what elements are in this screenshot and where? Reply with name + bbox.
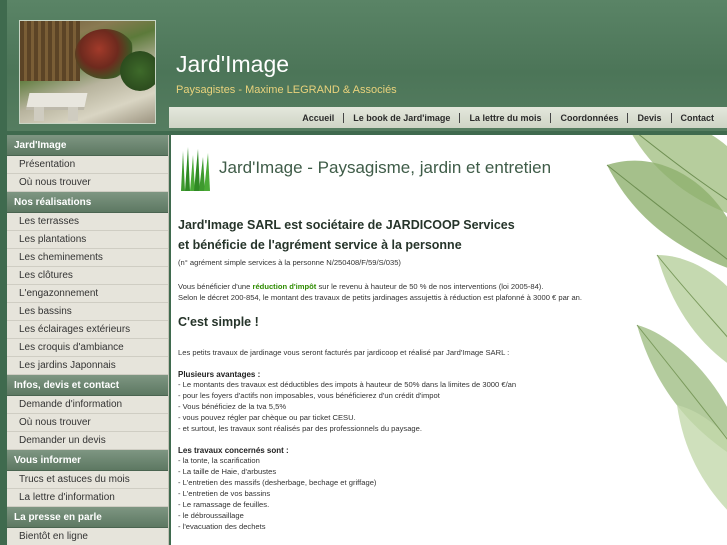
sidebar-item-bientot-en-ligne[interactable]: Bientôt en ligne	[7, 528, 168, 545]
sidebar-item-ou-nous-trouver-2[interactable]: Où nous trouver	[7, 414, 168, 432]
nav-contact[interactable]: Contact	[670, 112, 724, 123]
intro-line-1: Jard'Image SARL est sociétaire de JARDIC…	[178, 218, 515, 232]
advantage-item: - pour les foyers d'actifs non imposable…	[178, 391, 440, 400]
sidebar-item-demander-devis[interactable]: Demander un devis	[7, 432, 168, 450]
sidebar-item-lettre-information[interactable]: La lettre d'information	[7, 489, 168, 507]
advantage-item: - vous pouvez régler par chèque ou par t…	[178, 413, 356, 422]
site-title: Jard'Image	[176, 51, 290, 77]
sidebar-item-eclairages[interactable]: Les éclairages extérieurs	[7, 321, 168, 339]
benefit-paragraph: Vous bénéficier d'une réduction d'impôt …	[178, 281, 618, 292]
sidebar-item-presentation[interactable]: Présentation	[7, 156, 168, 174]
advantage-item: - Le montants des travaux est déductible…	[178, 380, 517, 389]
benefit-post: sur le revenu à hauteur de 50 % de nos i…	[316, 282, 544, 291]
advantage-item: - Vous bénéficiez de la tva 5,5%	[178, 402, 287, 411]
nav-lettre[interactable]: La lettre du mois	[459, 112, 550, 123]
sidebar-heading-infos[interactable]: Infos, devis et contact	[7, 375, 168, 396]
sidebar: Jard'Image Présentation Où nous trouver …	[7, 135, 169, 545]
sidebar-item-cheminements[interactable]: Les cheminements	[7, 249, 168, 267]
sidebar-item-plantations[interactable]: Les plantations	[7, 231, 168, 249]
sidebar-heading-vous-informer[interactable]: Vous informer	[7, 450, 168, 471]
sidebar-item-ou-nous-trouver[interactable]: Où nous trouver	[7, 174, 168, 192]
main-content: Jard'Image - Paysagisme, jardin et entre…	[171, 135, 727, 545]
nav-devis[interactable]: Devis	[627, 112, 670, 123]
sidebar-item-engazonnement[interactable]: L'engazonnement	[7, 285, 168, 303]
top-navigation: Accueil Le book de Jard'image La lettre …	[169, 107, 727, 128]
page-title: Jard'Image - Paysagisme, jardin et entre…	[219, 158, 552, 177]
sidebar-item-terrasses[interactable]: Les terrasses	[7, 213, 168, 231]
header-garden-photo	[19, 20, 156, 124]
work-item: - L'entretien des massifs (desherbage, b…	[178, 478, 377, 487]
sidebar-item-demande-information[interactable]: Demande d'information	[7, 396, 168, 414]
sidebar-item-trucs-astuces[interactable]: Trucs et astuces du mois	[7, 471, 168, 489]
sidebar-item-clotures[interactable]: Les clôtures	[7, 267, 168, 285]
benefit-pre: Vous bénéficier d'une	[178, 282, 253, 291]
sidebar-item-bassins[interactable]: Les bassins	[7, 303, 168, 321]
nav-book[interactable]: Le book de Jard'image	[343, 112, 459, 123]
advantage-item: - et surtout, les travaux sont réalisés …	[178, 424, 422, 433]
work-item: - L'entretien de vos bassins	[178, 489, 271, 498]
nav-coordonnees[interactable]: Coordonnées	[550, 112, 627, 123]
sidebar-heading-jardimage[interactable]: Jard'Image	[7, 135, 168, 156]
work-item: - le débroussaillage	[178, 511, 244, 520]
sidebar-item-jardins-japonnais[interactable]: Les jardins Japonnais	[7, 357, 168, 375]
work-item: - la tonte, la scarification	[178, 456, 260, 465]
nav-accueil[interactable]: Accueil	[293, 113, 343, 123]
sidebar-heading-realisations[interactable]: Nos réalisations	[7, 192, 168, 213]
work-item: - Le ramassage de feuilles.	[178, 500, 270, 509]
site-subtitle: Paysagistes - Maxime LEGRAND & Associés	[176, 84, 397, 96]
sidebar-item-croquis[interactable]: Les croquis d'ambiance	[7, 339, 168, 357]
work-item: - l'evacuation des dechets	[178, 522, 266, 531]
simple-heading: C'est simple !	[178, 315, 259, 329]
sidebar-heading-presse[interactable]: La presse en parle	[7, 507, 168, 528]
agrement-text: (n° agrément simple services à la person…	[178, 258, 401, 267]
simple-text: Les petits travaux de jardinage vous ser…	[178, 348, 510, 357]
tax-reduction-highlight: réduction d'impôt	[252, 282, 317, 291]
intro-line-2: et bénéficie de l'agrément service à la …	[178, 238, 462, 252]
work-item: - La taille de Haie, d'arbustes	[178, 467, 277, 476]
decree-text: Selon le décret 200-854, le montant des …	[178, 293, 582, 302]
works-heading: Les travaux concernés sont :	[178, 446, 289, 455]
advantages-heading: Plusieurs avantages :	[178, 370, 261, 379]
grass-icon	[179, 147, 213, 191]
